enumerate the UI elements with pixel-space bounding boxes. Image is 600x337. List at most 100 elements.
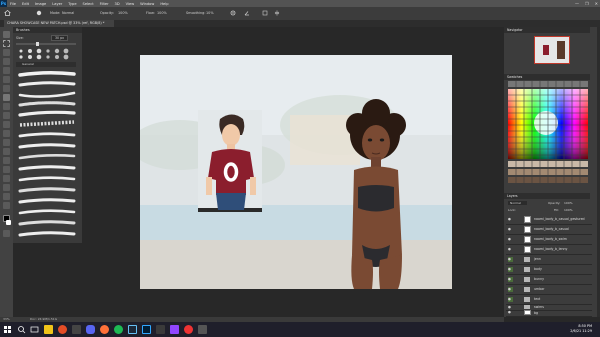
shape-tool-icon[interactable] [3,184,10,191]
marquee-tool-icon[interactable] [3,40,10,47]
layer-row[interactable]: ● naomi_body_b_swim [506,235,592,245]
menu-window[interactable]: Window [140,2,154,6]
layers-panel-title[interactable]: Layers [504,193,590,199]
minimize-button[interactable]: — [575,0,579,7]
twitch-icon[interactable] [170,325,179,334]
menu-select[interactable]: Select [83,2,94,6]
navigator-thumbnail[interactable] [534,36,570,64]
record-icon[interactable] [184,325,193,334]
visibility-eye-icon[interactable]: ● [508,217,513,222]
zoom-tool-icon[interactable] [3,202,10,209]
layer-group-row[interactable]: ● jenn [506,255,592,265]
crop-tool-icon[interactable] [3,67,10,74]
brush-size-field[interactable]: 30 px [51,35,68,41]
pressure-icon[interactable] [262,10,268,16]
app-icon[interactable] [156,325,165,334]
pen-tool-icon[interactable] [3,157,10,164]
quick-mask-icon[interactable] [3,230,10,237]
gradient-tool-icon[interactable] [3,130,10,137]
visibility-eye-icon[interactable]: ● [508,287,513,292]
layer-opacity-field[interactable]: 100% [564,201,573,205]
document-canvas[interactable] [140,55,452,289]
quick-select-tool-icon[interactable] [3,58,10,65]
visibility-eye-icon[interactable]: ● [508,227,513,232]
visibility-eye-icon[interactable]: ● [508,297,513,302]
hand-tool-icon[interactable] [3,193,10,200]
visibility-eye-icon[interactable]: ● [508,310,513,315]
visibility-eye-icon[interactable]: ● [508,237,513,242]
brush-size-slider[interactable] [16,42,76,46]
layer-blend-mode-select[interactable]: Normal [508,201,527,205]
eraser-tool-icon[interactable] [3,121,10,128]
layer-group-row[interactable]: ● body [506,265,592,275]
search-icon[interactable] [17,325,26,334]
healing-tool-icon[interactable] [3,85,10,92]
browser-icon[interactable] [58,325,67,334]
visibility-eye-icon[interactable]: ● [508,277,513,282]
menu-file[interactable]: File [10,2,16,6]
swatches-grid[interactable] [508,81,588,191]
menu-view[interactable]: View [126,2,135,6]
steam-icon[interactable] [128,325,137,334]
discord-icon[interactable] [86,325,95,334]
layer-row[interactable]: ● naomi_body_b_lenny [506,245,592,255]
app-icon[interactable] [198,325,207,334]
angle-icon[interactable] [244,10,250,16]
symmetry-icon[interactable] [274,10,280,16]
opacity-field[interactable]: 100% [118,10,128,16]
brush-preset-icon[interactable] [36,10,44,16]
gear-icon[interactable] [230,10,236,16]
file-explorer-icon[interactable] [44,325,53,334]
close-button[interactable]: ✕ [595,0,598,7]
brush-tool-icon[interactable] [3,94,10,101]
app-icon[interactable] [72,325,81,334]
windows-start-icon[interactable] [3,325,12,334]
eyedropper-tool-icon[interactable] [3,76,10,83]
system-clock[interactable]: 8:50 PM 2/6/21 11:29 [570,324,592,334]
menu-help[interactable]: Help [160,2,168,6]
document-tab[interactable]: CHARA SHOWCASE NEW PATCH.psd @ 33% (ref,… [4,20,114,27]
smoothing-field[interactable]: 10% [206,10,214,16]
layer-group-row[interactable]: ● umbar [506,285,592,295]
brush-stroke-list[interactable] [17,69,77,241]
blur-tool-icon[interactable] [3,139,10,146]
task-view-icon[interactable] [30,325,39,334]
navigator-panel-title[interactable]: Navigator [504,27,590,33]
spotify-icon[interactable] [114,325,123,334]
photoshop-taskbar-icon[interactable] [142,325,151,334]
home-icon[interactable] [4,10,12,16]
firefox-icon[interactable] [100,325,109,334]
layer-row[interactable]: ● bg [506,310,592,317]
path-select-tool-icon[interactable] [3,175,10,182]
menu-filter[interactable]: Filter [100,2,109,6]
menu-3d[interactable]: 3D [115,2,120,6]
menu-type[interactable]: Type [68,2,76,6]
background-color-swatch[interactable] [6,220,11,225]
layer-group-row[interactable]: ● bunny [506,275,592,285]
brush-group-row[interactable]: General [16,62,76,67]
stamp-tool-icon[interactable] [3,103,10,110]
layer-fill-field[interactable]: 100% [564,208,573,212]
maximize-button[interactable]: ❐ [585,0,589,7]
swatches-panel-title[interactable]: Swatches [504,74,590,80]
menu-layer[interactable]: Layer [52,2,62,6]
layer-thumbnail [524,246,531,253]
menu-image[interactable]: Image [35,2,46,6]
brush-size-slider-thumb[interactable] [36,42,39,46]
mode-select[interactable]: Normal [62,10,74,16]
visibility-eye-icon[interactable]: ● [508,267,513,272]
layer-row[interactable]: ● naomi_body_b_casual [506,225,592,235]
brushes-panel-title[interactable]: Brushes [13,27,82,33]
type-tool-icon[interactable] [3,166,10,173]
move-tool-icon[interactable] [3,31,10,38]
menu-edit[interactable]: Edit [22,2,29,6]
lasso-tool-icon[interactable] [3,49,10,56]
layer-row[interactable]: ● naomi_body_b_casual_gestured [506,215,592,225]
history-brush-tool-icon[interactable] [3,112,10,119]
flow-field[interactable]: 100% [157,10,167,16]
brush-tip-presets[interactable] [16,48,80,60]
visibility-eye-icon[interactable]: ● [508,247,513,252]
dodge-tool-icon[interactable] [3,148,10,155]
visibility-eye-icon[interactable]: ● [508,257,513,262]
layer-group-row[interactable]: ● text [506,295,592,305]
